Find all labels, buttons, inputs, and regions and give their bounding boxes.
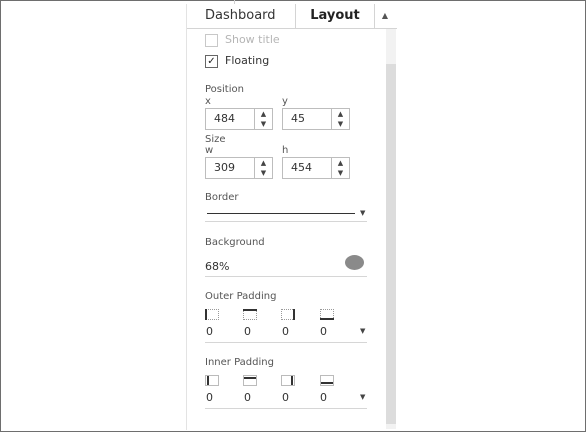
tab-layout[interactable]: Layout [295,4,375,28]
h-stepper-buttons: ▲ ▼ [331,158,349,178]
y-value[interactable]: 45 [291,109,305,129]
padding-bottom-icon[interactable] [320,309,334,320]
background-opacity[interactable]: 68% [205,260,229,273]
padding-right-icon[interactable] [281,375,295,386]
scrollbar-thumb[interactable] [386,64,396,424]
chevron-down-icon[interactable]: ▼ [360,209,365,217]
decrement-icon[interactable]: ▼ [255,119,272,129]
show-title-checkbox [205,34,218,47]
floating-label: Floating [225,54,270,67]
background-color-swatch[interactable] [345,255,364,270]
w-stepper-buttons: ▲ ▼ [254,158,272,178]
tab-dashboard[interactable]: Dashboard [205,4,276,28]
outer-padding-left[interactable]: 0 [206,325,213,338]
decrement-icon[interactable]: ▼ [332,168,349,178]
outer-padding-top[interactable]: 0 [244,325,251,338]
padding-right-icon[interactable] [281,309,295,320]
x-label: x [205,96,211,107]
x-stepper[interactable]: 484 ▲ ▼ [205,108,273,130]
inner-padding-bottom[interactable]: 0 [320,391,327,404]
h-label: h [282,145,289,156]
increment-icon[interactable]: ▲ [332,109,349,119]
w-stepper[interactable]: 309 ▲ ▼ [205,157,273,179]
outer-padding-bottom[interactable]: 0 [320,325,327,338]
padding-top-icon[interactable] [243,309,257,320]
position-heading: Position [205,84,244,95]
divider [205,408,367,409]
padding-bottom-icon[interactable] [320,375,334,386]
top-border [0,0,586,1]
tab-bar: Dashboard Layout ▲ [187,4,397,29]
outer-padding-right[interactable]: 0 [282,325,289,338]
inner-padding-top[interactable]: 0 [244,391,251,404]
inner-padding-heading: Inner Padding [205,357,274,368]
border-heading: Border [205,192,239,203]
padding-top-icon[interactable] [243,375,257,386]
outer-padding-heading: Outer Padding [205,291,277,302]
w-value[interactable]: 309 [214,158,235,178]
h-stepper[interactable]: 454 ▲ ▼ [282,157,350,179]
background-heading: Background [205,237,265,248]
size-heading: Size [205,134,226,145]
padding-left-icon[interactable] [205,309,219,320]
border-style-line[interactable] [207,213,355,214]
divider [205,342,367,343]
divider [205,276,367,277]
layout-panel: Dashboard Layout ▲ Show title ✓ Floating… [186,4,397,430]
increment-icon[interactable]: ▲ [332,158,349,168]
x-value[interactable]: 484 [214,109,235,129]
inner-padding-right[interactable]: 0 [282,391,289,404]
show-title-label: Show title [225,33,280,46]
decrement-icon[interactable]: ▼ [332,119,349,129]
scrollbar[interactable] [386,29,396,429]
x-stepper-buttons: ▲ ▼ [254,109,272,129]
y-label: y [282,96,288,107]
up-down-arrows-icon[interactable]: ▲ [374,4,396,28]
chevron-down-icon[interactable]: ▼ [360,327,365,335]
decrement-icon[interactable]: ▼ [255,168,272,178]
padding-left-icon[interactable] [205,375,219,386]
divider [205,221,367,222]
inner-padding-left[interactable]: 0 [206,391,213,404]
floating-checkbox[interactable]: ✓ [205,55,218,68]
increment-icon[interactable]: ▲ [255,109,272,119]
y-stepper-buttons: ▲ ▼ [331,109,349,129]
h-value[interactable]: 454 [291,158,312,178]
w-label: w [205,145,214,156]
y-stepper[interactable]: 45 ▲ ▼ [282,108,350,130]
chevron-down-icon[interactable]: ▼ [360,393,365,401]
increment-icon[interactable]: ▲ [255,158,272,168]
